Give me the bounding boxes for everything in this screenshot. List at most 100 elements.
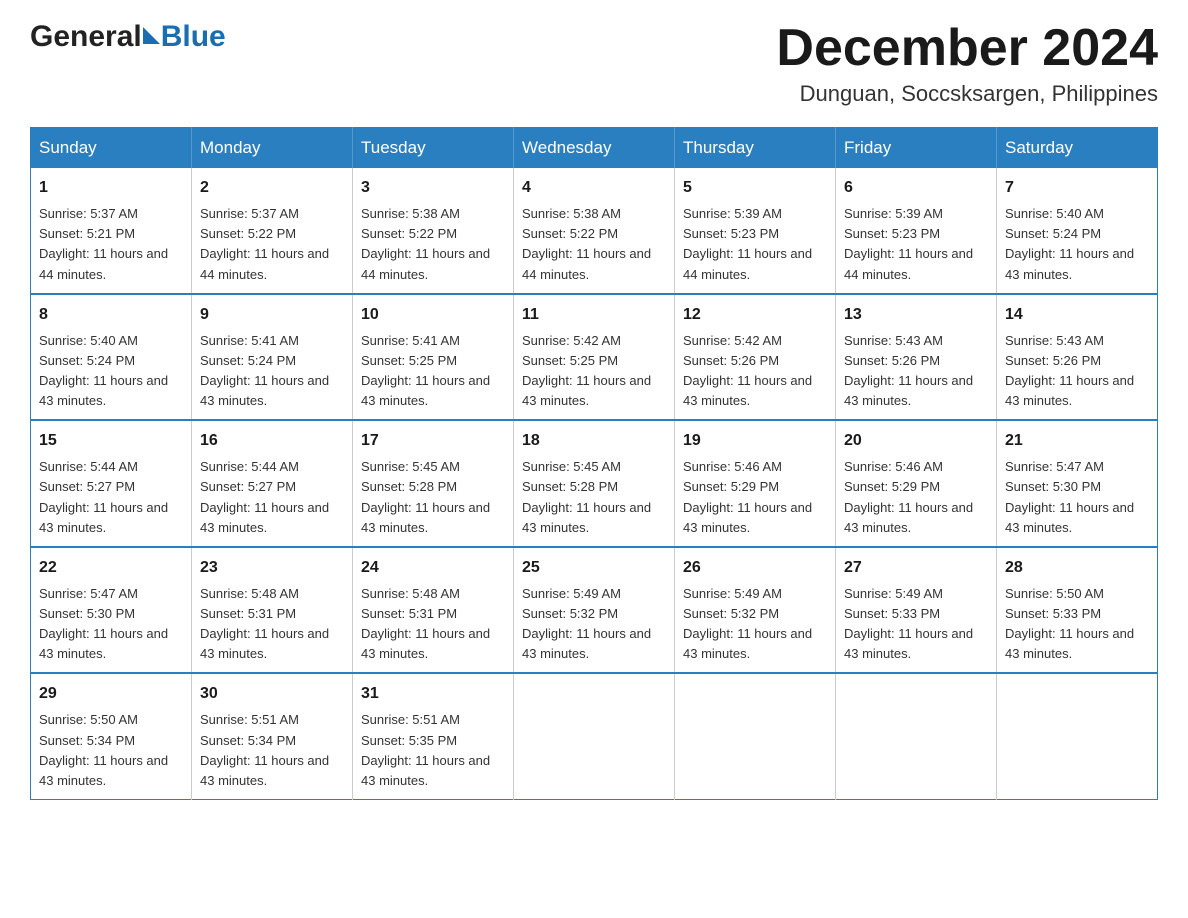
calendar-cell: 24 Sunrise: 5:48 AMSunset: 5:31 PMDayligh… <box>353 547 514 674</box>
day-number: 17 <box>361 429 505 453</box>
day-info: Sunrise: 5:47 AMSunset: 5:30 PMDaylight:… <box>39 584 183 665</box>
day-info: Sunrise: 5:46 AMSunset: 5:29 PMDaylight:… <box>683 457 827 538</box>
day-info: Sunrise: 5:44 AMSunset: 5:27 PMDaylight:… <box>39 457 183 538</box>
logo-arrow-icon <box>143 27 160 44</box>
header-monday: Monday <box>192 128 353 169</box>
calendar-cell: 6Sunrise: 5:39 AMSunset: 5:23 PMDaylight… <box>836 168 997 294</box>
day-number: 11 <box>522 303 666 327</box>
day-info: Sunrise: 5:49 AMSunset: 5:33 PMDaylight:… <box>844 584 988 665</box>
day-number: 24 <box>361 556 505 580</box>
day-info: Sunrise: 5:43 AMSunset: 5:26 PMDaylight:… <box>1005 331 1149 412</box>
calendar-cell: 8Sunrise: 5:40 AMSunset: 5:24 PMDaylight… <box>31 294 192 421</box>
day-info: Sunrise: 5:46 AMSunset: 5:29 PMDaylight:… <box>844 457 988 538</box>
calendar-cell: 20Sunrise: 5:46 AMSunset: 5:29 PMDayligh… <box>836 420 997 547</box>
header-thursday: Thursday <box>675 128 836 169</box>
day-number: 5 <box>683 176 827 200</box>
day-info: Sunrise: 5:38 AMSunset: 5:22 PMDaylight:… <box>361 204 505 285</box>
day-info: Sunrise: 5:40 AMSunset: 5:24 PMDaylight:… <box>1005 204 1149 285</box>
logo-blue-text: Blue <box>161 20 226 54</box>
calendar-cell: 2 Sunrise: 5:37 AMSunset: 5:22 PMDaylight… <box>192 168 353 294</box>
day-info: Sunrise: 5:39 AMSunset: 5:23 PMDaylight:… <box>683 204 827 285</box>
day-number: 13 <box>844 303 988 327</box>
calendar-cell <box>836 673 997 799</box>
header-friday: Friday <box>836 128 997 169</box>
day-info: Sunrise: 5:48 AMSunset: 5:31 PMDaylight:… <box>361 584 505 665</box>
calendar-cell: 13 Sunrise: 5:43 AMSunset: 5:26 PMDayligh… <box>836 294 997 421</box>
day-info: Sunrise: 5:43 AMSunset: 5:26 PMDaylight:… <box>844 331 988 412</box>
calendar-cell: 17 Sunrise: 5:45 AMSunset: 5:28 PMDayligh… <box>353 420 514 547</box>
day-number: 1 <box>39 176 183 200</box>
page-header: General Blue December 2024 Dunguan, Socc… <box>30 20 1158 107</box>
day-number: 15 <box>39 429 183 453</box>
day-number: 9 <box>200 303 344 327</box>
calendar-cell: 29 Sunrise: 5:50 AMSunset: 5:34 PMDayligh… <box>31 673 192 799</box>
day-number: 21 <box>1005 429 1149 453</box>
calendar-table: SundayMondayTuesdayWednesdayThursdayFrid… <box>30 127 1158 800</box>
day-info: Sunrise: 5:50 AMSunset: 5:34 PMDaylight:… <box>39 710 183 791</box>
day-number: 4 <box>522 176 666 200</box>
calendar-week-row: 29 Sunrise: 5:50 AMSunset: 5:34 PMDayligh… <box>31 673 1158 799</box>
day-info: Sunrise: 5:45 AMSunset: 5:28 PMDaylight:… <box>522 457 666 538</box>
day-number: 29 <box>39 682 183 706</box>
day-number: 19 <box>683 429 827 453</box>
day-number: 26 <box>683 556 827 580</box>
header-wednesday: Wednesday <box>514 128 675 169</box>
day-number: 12 <box>683 303 827 327</box>
calendar-week-row: 15 Sunrise: 5:44 AMSunset: 5:27 PMDayligh… <box>31 420 1158 547</box>
calendar-cell: 19 Sunrise: 5:46 AMSunset: 5:29 PMDayligh… <box>675 420 836 547</box>
calendar-cell: 14 Sunrise: 5:43 AMSunset: 5:26 PMDayligh… <box>997 294 1158 421</box>
calendar-cell: 18Sunrise: 5:45 AMSunset: 5:28 PMDayligh… <box>514 420 675 547</box>
day-info: Sunrise: 5:41 AMSunset: 5:24 PMDaylight:… <box>200 331 344 412</box>
day-number: 7 <box>1005 176 1149 200</box>
calendar-cell <box>675 673 836 799</box>
day-info: Sunrise: 5:47 AMSunset: 5:30 PMDaylight:… <box>1005 457 1149 538</box>
day-info: Sunrise: 5:51 AMSunset: 5:35 PMDaylight:… <box>361 710 505 791</box>
day-number: 30 <box>200 682 344 706</box>
logo-general-text: General <box>30 20 142 54</box>
calendar-cell: 11 Sunrise: 5:42 AMSunset: 5:25 PMDayligh… <box>514 294 675 421</box>
day-number: 27 <box>844 556 988 580</box>
calendar-week-row: 1 Sunrise: 5:37 AMSunset: 5:21 PMDaylight… <box>31 168 1158 294</box>
calendar-cell: 23Sunrise: 5:48 AMSunset: 5:31 PMDayligh… <box>192 547 353 674</box>
day-number: 10 <box>361 303 505 327</box>
day-info: Sunrise: 5:48 AMSunset: 5:31 PMDaylight:… <box>200 584 344 665</box>
calendar-cell: 27 Sunrise: 5:49 AMSunset: 5:33 PMDayligh… <box>836 547 997 674</box>
calendar-week-row: 22 Sunrise: 5:47 AMSunset: 5:30 PMDayligh… <box>31 547 1158 674</box>
calendar-cell: 28 Sunrise: 5:50 AMSunset: 5:33 PMDayligh… <box>997 547 1158 674</box>
day-info: Sunrise: 5:39 AMSunset: 5:23 PMDaylight:… <box>844 204 988 285</box>
day-number: 22 <box>39 556 183 580</box>
day-info: Sunrise: 5:51 AMSunset: 5:34 PMDaylight:… <box>200 710 344 791</box>
day-number: 16 <box>200 429 344 453</box>
day-info: Sunrise: 5:50 AMSunset: 5:33 PMDaylight:… <box>1005 584 1149 665</box>
day-info: Sunrise: 5:38 AMSunset: 5:22 PMDaylight:… <box>522 204 666 285</box>
day-number: 25 <box>522 556 666 580</box>
day-number: 2 <box>200 176 344 200</box>
header-tuesday: Tuesday <box>353 128 514 169</box>
day-info: Sunrise: 5:37 AMSunset: 5:22 PMDaylight:… <box>200 204 344 285</box>
calendar-cell: 30 Sunrise: 5:51 AMSunset: 5:34 PMDayligh… <box>192 673 353 799</box>
day-number: 14 <box>1005 303 1149 327</box>
calendar-cell: 5 Sunrise: 5:39 AMSunset: 5:23 PMDaylight… <box>675 168 836 294</box>
calendar-cell <box>514 673 675 799</box>
calendar-cell: 31Sunrise: 5:51 AMSunset: 5:35 PMDayligh… <box>353 673 514 799</box>
day-info: Sunrise: 5:37 AMSunset: 5:21 PMDaylight:… <box>39 204 183 285</box>
day-info: Sunrise: 5:42 AMSunset: 5:25 PMDaylight:… <box>522 331 666 412</box>
calendar-header-row: SundayMondayTuesdayWednesdayThursdayFrid… <box>31 128 1158 169</box>
calendar-cell: 7 Sunrise: 5:40 AMSunset: 5:24 PMDaylight… <box>997 168 1158 294</box>
day-info: Sunrise: 5:49 AMSunset: 5:32 PMDaylight:… <box>522 584 666 665</box>
day-info: Sunrise: 5:44 AMSunset: 5:27 PMDaylight:… <box>200 457 344 538</box>
calendar-cell: 25 Sunrise: 5:49 AMSunset: 5:32 PMDayligh… <box>514 547 675 674</box>
calendar-cell: 16 Sunrise: 5:44 AMSunset: 5:27 PMDayligh… <box>192 420 353 547</box>
calendar-cell <box>997 673 1158 799</box>
day-info: Sunrise: 5:41 AMSunset: 5:25 PMDaylight:… <box>361 331 505 412</box>
day-info: Sunrise: 5:49 AMSunset: 5:32 PMDaylight:… <box>683 584 827 665</box>
title-section: December 2024 Dunguan, Soccsksargen, Phi… <box>776 20 1158 107</box>
day-number: 3 <box>361 176 505 200</box>
calendar-cell: 15 Sunrise: 5:44 AMSunset: 5:27 PMDayligh… <box>31 420 192 547</box>
day-number: 28 <box>1005 556 1149 580</box>
day-info: Sunrise: 5:40 AMSunset: 5:24 PMDaylight:… <box>39 331 183 412</box>
logo: General Blue <box>30 20 226 54</box>
calendar-cell: 4 Sunrise: 5:38 AMSunset: 5:22 PMDaylight… <box>514 168 675 294</box>
calendar-cell: 10 Sunrise: 5:41 AMSunset: 5:25 PMDayligh… <box>353 294 514 421</box>
day-info: Sunrise: 5:45 AMSunset: 5:28 PMDaylight:… <box>361 457 505 538</box>
